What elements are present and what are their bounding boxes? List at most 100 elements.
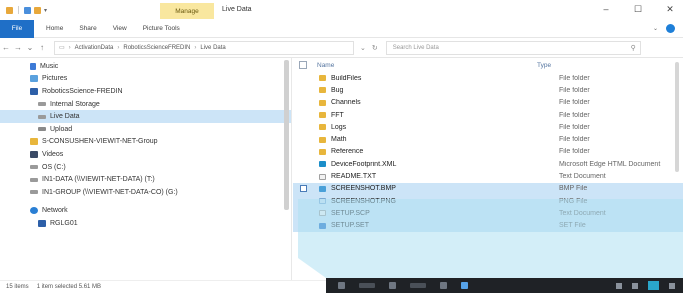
file-row[interactable]: SCREENSHOT.PNG PNG File bbox=[293, 194, 683, 208]
folder-icon bbox=[319, 87, 326, 94]
file-list-scrollbar[interactable] bbox=[675, 62, 679, 172]
row-checkbox[interactable] bbox=[300, 87, 307, 94]
drive-icon bbox=[38, 114, 46, 119]
file-list-header: Name Type bbox=[293, 58, 683, 72]
tray-icon[interactable] bbox=[616, 282, 622, 289]
row-checkbox[interactable] bbox=[300, 136, 307, 143]
taskbar-app-icon[interactable] bbox=[410, 283, 426, 288]
file-row[interactable]: Reference File folder bbox=[293, 146, 683, 158]
column-header-type[interactable]: Type bbox=[537, 62, 657, 69]
file-row[interactable]: FFT File folder bbox=[293, 109, 683, 121]
breadcrumb[interactable]: ▭ › ActivationData › RoboticsScienceFRED… bbox=[54, 40, 354, 55]
ribbon-tabs: File Home Share View Picture Tools ⌄ bbox=[0, 19, 683, 38]
item-count: 15 items bbox=[6, 284, 29, 290]
row-checkbox[interactable] bbox=[300, 173, 307, 180]
close-button[interactable]: ✕ bbox=[663, 3, 677, 15]
nav-item-videos[interactable]: Videos bbox=[0, 148, 291, 161]
sif-icon bbox=[319, 222, 326, 229]
details-view-icon[interactable] bbox=[648, 281, 659, 290]
column-header-name[interactable]: Name bbox=[317, 62, 537, 69]
row-checkbox[interactable] bbox=[300, 198, 307, 205]
file-name: Logs bbox=[331, 123, 347, 131]
tab-share[interactable]: Share bbox=[75, 25, 100, 32]
chevron-down-icon[interactable]: ⌄ bbox=[653, 25, 658, 32]
file-row[interactable]: SCREENSHOT.BMP BMP File bbox=[293, 182, 683, 195]
file-row[interactable]: README.TXT Text Document bbox=[293, 170, 683, 182]
system-tray bbox=[616, 281, 683, 290]
file-name: BuildFiles bbox=[331, 74, 362, 82]
select-all-checkbox[interactable] bbox=[299, 61, 307, 69]
properties-icon[interactable] bbox=[24, 6, 31, 14]
nav-item-network[interactable]: Network bbox=[0, 205, 291, 218]
search-icon[interactable]: ⚲ bbox=[631, 44, 636, 52]
breadcrumb-item[interactable]: RoboticsScienceFREDIN bbox=[123, 45, 190, 51]
nav-item-network-computer[interactable]: RGLG01 bbox=[0, 217, 291, 230]
manage-tab[interactable]: Manage bbox=[160, 3, 214, 19]
computer-icon bbox=[38, 219, 46, 227]
row-checkbox[interactable] bbox=[300, 112, 307, 119]
row-checkbox[interactable] bbox=[300, 161, 307, 168]
file-row[interactable]: Bug File folder bbox=[293, 84, 683, 96]
nav-item-internal-storage[interactable]: Internal Storage bbox=[0, 98, 291, 111]
taskbar-app-icon[interactable] bbox=[359, 283, 375, 288]
file-row[interactable]: SETUP.SET SET File bbox=[293, 219, 683, 232]
nav-item-network-drive-g[interactable]: IN1-GROUP (\\VIEWIT-NET-DATA-CO) (G:) bbox=[0, 186, 291, 199]
file-name: SETUP.SCP bbox=[331, 209, 370, 217]
minimize-button[interactable]: – bbox=[599, 3, 613, 15]
nav-item-live-data[interactable]: Live Data bbox=[0, 110, 291, 123]
tab-home[interactable]: Home bbox=[42, 25, 67, 32]
row-checkbox[interactable] bbox=[300, 222, 307, 229]
row-checkbox[interactable] bbox=[300, 99, 307, 106]
nav-item-network-drive-t[interactable]: IN1-DATA (\\VIEWIT-NET-DATA) (T:) bbox=[0, 173, 291, 186]
forward-arrow-icon[interactable]: → bbox=[12, 41, 24, 55]
row-checkbox[interactable] bbox=[300, 75, 307, 82]
customize-qat-icon[interactable]: ▾ bbox=[44, 7, 47, 14]
navigation-pane[interactable]: Music Pictures RoboticsScience-FREDIN In… bbox=[0, 58, 292, 280]
navigation-scrollbar[interactable] bbox=[284, 60, 289, 210]
row-checkbox[interactable] bbox=[300, 148, 307, 155]
file-row[interactable]: BuildFiles File folder bbox=[293, 72, 683, 84]
row-checkbox[interactable] bbox=[300, 124, 307, 131]
file-type: File folder bbox=[559, 86, 590, 94]
nav-item-label: Network bbox=[42, 207, 68, 215]
row-checkbox[interactable] bbox=[300, 185, 307, 193]
tab-file[interactable]: File bbox=[0, 19, 34, 38]
recent-locations-icon[interactable]: ⌄ bbox=[24, 41, 36, 55]
address-dropdown-icon[interactable]: ⌄ bbox=[360, 44, 366, 52]
up-arrow-icon[interactable]: ↑ bbox=[36, 41, 48, 55]
folder-icon[interactable] bbox=[6, 6, 13, 14]
new-folder-icon[interactable] bbox=[34, 6, 41, 14]
nav-item-os-drive[interactable]: OS (C:) bbox=[0, 161, 291, 174]
start-icon[interactable] bbox=[338, 282, 345, 289]
tray-icon[interactable] bbox=[632, 282, 638, 289]
file-row[interactable]: Math File folder bbox=[293, 133, 683, 145]
nav-item-upload[interactable]: Upload bbox=[0, 123, 291, 136]
breadcrumb-item[interactable]: Live Data bbox=[200, 45, 225, 51]
large-icons-view-icon[interactable] bbox=[669, 282, 675, 289]
breadcrumb-item[interactable]: ActivationData bbox=[75, 45, 114, 51]
file-row[interactable]: Channels File folder bbox=[293, 97, 683, 109]
file-type: Text Document bbox=[559, 209, 606, 217]
refresh-icon[interactable]: ↻ bbox=[372, 44, 378, 52]
nav-item-music[interactable]: Music bbox=[0, 60, 291, 73]
nav-item-label: IN1-DATA (\\VIEWIT-NET-DATA) (T:) bbox=[42, 176, 155, 184]
maximize-button[interactable]: ☐ bbox=[631, 3, 645, 15]
tab-picture-tools[interactable]: Picture Tools bbox=[139, 25, 184, 32]
file-row[interactable]: DeviceFootprint.XML Microsoft Edge HTML … bbox=[293, 158, 683, 170]
nav-item-group-folder[interactable]: S-CONSUSHEN-VIEWIT-NET-Group bbox=[0, 136, 291, 149]
nav-item-pictures[interactable]: Pictures bbox=[0, 73, 291, 86]
nav-item-label: Music bbox=[40, 62, 59, 70]
nav-item-label: RGLG01 bbox=[50, 219, 78, 227]
back-arrow-icon[interactable]: ← bbox=[0, 41, 12, 55]
search-input[interactable]: Search Live Data ⚲ bbox=[385, 40, 641, 55]
tab-view[interactable]: View bbox=[109, 25, 131, 32]
row-checkbox[interactable] bbox=[300, 210, 307, 217]
selection-info: 1 item selected 5.61 MB bbox=[36, 284, 102, 290]
nav-item-device[interactable]: RoboticsScience-FREDIN bbox=[0, 85, 291, 98]
taskbar-app-icon[interactable] bbox=[389, 282, 396, 289]
file-row[interactable]: SETUP.SCP Text Document bbox=[293, 207, 683, 220]
taskbar-app-icon[interactable] bbox=[440, 282, 447, 289]
taskbar-app-icon[interactable] bbox=[461, 282, 468, 289]
help-icon[interactable] bbox=[666, 24, 675, 33]
file-row[interactable]: Logs File folder bbox=[293, 121, 683, 133]
